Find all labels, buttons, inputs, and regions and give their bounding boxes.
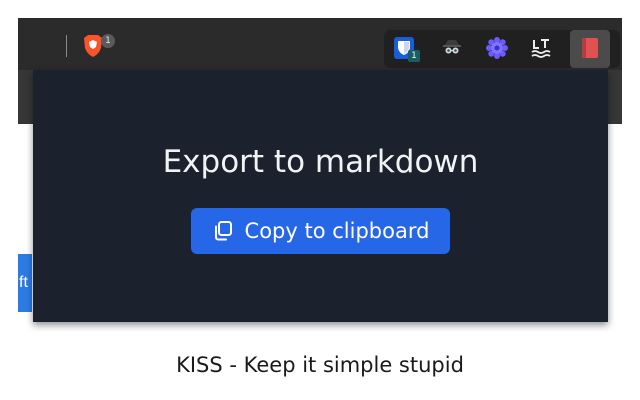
bitwarden-badge: 1 bbox=[408, 50, 420, 62]
languagetool-icon[interactable] bbox=[528, 34, 556, 62]
bitwarden-shield-icon[interactable]: 1 bbox=[390, 34, 420, 62]
copy-icon bbox=[212, 220, 234, 242]
blue-gear-flower-icon[interactable] bbox=[483, 34, 511, 62]
export-markdown-popup: Export to markdown Copy to clipboard bbox=[33, 70, 608, 322]
brave-shield-badge: 1 bbox=[101, 34, 115, 48]
incognito-spy-icon[interactable] bbox=[438, 34, 466, 62]
copy-to-clipboard-button[interactable]: Copy to clipboard bbox=[191, 208, 450, 254]
copy-button-label: Copy to clipboard bbox=[244, 219, 430, 243]
caption-text: KISS - Keep it simple stupid bbox=[176, 353, 464, 377]
popup-title: Export to markdown bbox=[162, 144, 479, 180]
page-button-fragment[interactable]: ft bbox=[18, 254, 32, 312]
red-notebook-icon[interactable] bbox=[576, 34, 604, 62]
toolbar-divider bbox=[66, 35, 67, 57]
browser-toolbar: 1 1 bbox=[18, 18, 622, 70]
